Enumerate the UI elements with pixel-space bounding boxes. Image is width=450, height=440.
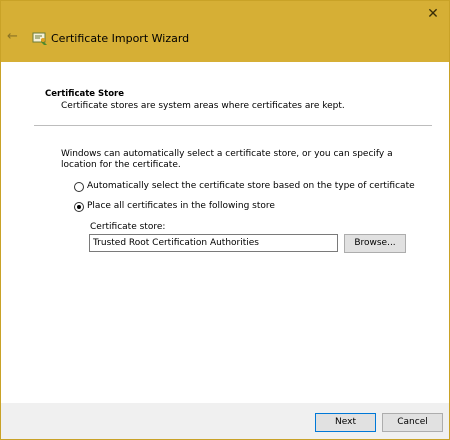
back-arrow-icon[interactable]: ← — [7, 30, 21, 44]
browse-button[interactable]: Browse... — [344, 234, 406, 253]
certificate-store-label: Certificate store: — [90, 222, 166, 232]
wizard-window: ✕ ← Certificate Import Wizard Certificat… — [0, 0, 450, 440]
place-all-radio[interactable] — [74, 202, 84, 212]
intro-text: Windows can automatically select a certi… — [61, 149, 393, 170]
auto-select-label[interactable]: Automatically select the certificate sto… — [87, 181, 415, 191]
radio-selected-dot — [77, 205, 81, 209]
section-title: Certificate Store — [45, 89, 125, 99]
section-description: Certificate stores are system areas wher… — [61, 101, 345, 111]
cancel-button[interactable]: Cancel — [382, 413, 443, 432]
auto-select-radio[interactable] — [74, 182, 84, 192]
certificate-wizard-icon — [32, 32, 47, 45]
close-icon[interactable]: ✕ — [423, 5, 443, 23]
next-button[interactable]: Next — [315, 413, 376, 432]
certificate-store-field[interactable]: Trusted Root Certification Authorities — [89, 234, 338, 252]
window-title: Certificate Import Wizard — [51, 32, 190, 45]
header-divider — [34, 125, 432, 126]
place-all-label[interactable]: Place all certificates in the following … — [87, 201, 275, 211]
